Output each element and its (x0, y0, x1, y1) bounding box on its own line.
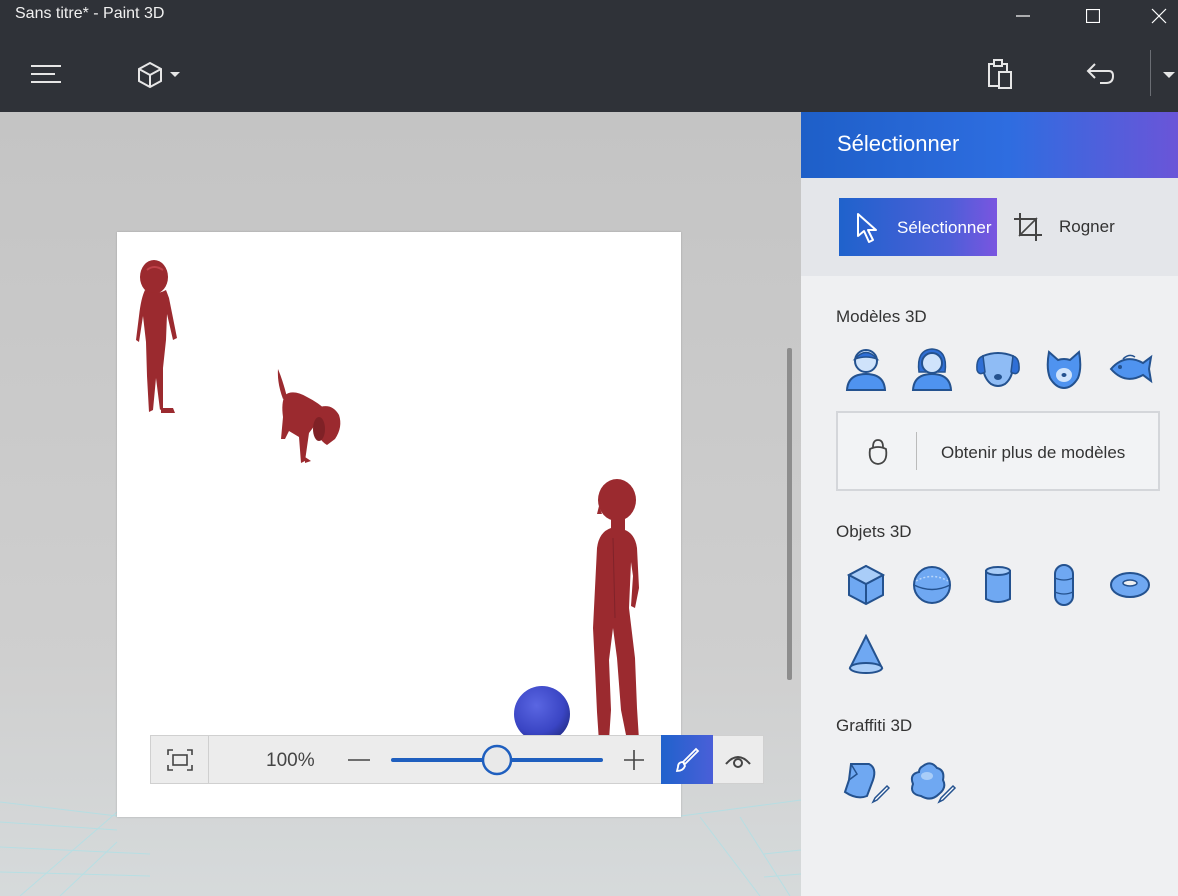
cat-model-button[interactable] (1039, 344, 1089, 394)
paste-icon (988, 59, 1012, 89)
view-controls-bar: 100% (150, 735, 764, 784)
selection-tools: Sélectionner Rogner (801, 178, 1178, 276)
capsule-object-button[interactable] (1039, 560, 1089, 610)
panel-header: Sélectionner (801, 112, 1178, 178)
dog-3d-model[interactable] (275, 367, 347, 467)
side-panel: Sélectionner Sélectionner Rogner Modèles… (801, 112, 1178, 896)
woman-model-icon (911, 348, 953, 391)
sharp-doodle-button[interactable] (841, 757, 891, 807)
get-more-models-label: Obtenir plus de modèles (941, 443, 1126, 462)
eye-icon (725, 756, 751, 768)
cone-object-button[interactable] (841, 630, 891, 680)
vertical-scrollbar[interactable] (787, 348, 792, 680)
title-bar: Sans titre* - Paint 3D (0, 0, 1178, 32)
brush-icon (675, 747, 700, 772)
close-button[interactable] (1136, 0, 1178, 32)
man-3d-model[interactable] (591, 478, 671, 744)
toolbar-divider (1150, 50, 1151, 96)
soft-doodle-button[interactable] (907, 757, 957, 807)
minimize-button[interactable] (1000, 0, 1046, 32)
crop-tool-label: Rogner (1059, 217, 1115, 236)
fish-model-icon (1109, 354, 1153, 384)
dog-model-icon (976, 352, 1020, 387)
cube-icon (846, 564, 886, 606)
hamburger-menu-icon (31, 65, 61, 83)
minimize-icon (1016, 15, 1030, 17)
divider (208, 736, 209, 783)
cat-model-icon (1046, 350, 1082, 390)
cube-icon (138, 61, 180, 89)
chevron-down-icon (1163, 72, 1175, 78)
undo-icon (1086, 63, 1114, 84)
capsule-icon (1054, 564, 1074, 606)
torus-icon (1110, 572, 1150, 598)
more-options-button[interactable] (1160, 54, 1178, 94)
zoom-out-button[interactable] (345, 748, 373, 772)
crop-icon (1014, 213, 1042, 241)
torus-object-button[interactable] (1105, 560, 1155, 610)
cylinder-icon (985, 566, 1011, 603)
man-model-button[interactable] (841, 344, 891, 394)
2d-view-toggle[interactable] (661, 735, 713, 784)
plus-icon (624, 750, 644, 770)
divider (916, 432, 917, 470)
window-title: Sans titre* - Paint 3D (15, 5, 165, 22)
store-bag-icon (868, 439, 888, 465)
close-icon (1151, 8, 1167, 24)
3d-view-toggle[interactable] (716, 744, 760, 776)
woman-model-button[interactable] (907, 344, 957, 394)
zoom-level: 100% (266, 750, 315, 771)
menu-button[interactable] (24, 54, 68, 94)
maximize-button[interactable] (1070, 0, 1116, 32)
fit-screen-icon (167, 749, 193, 771)
soft-doodle-icon (910, 762, 957, 804)
maximize-icon (1086, 9, 1100, 23)
man-model-icon (845, 349, 887, 391)
paste-button[interactable] (980, 54, 1020, 94)
select-tool-label: Sélectionner (897, 218, 992, 237)
chevron-down-icon (170, 72, 180, 77)
zoom-slider-track (391, 744, 603, 776)
cursor-icon (857, 213, 877, 243)
sharp-doodle-icon (843, 763, 891, 804)
get-more-models-button[interactable]: Obtenir plus de modèles (836, 411, 1160, 491)
dog-model-button[interactable] (973, 344, 1023, 394)
graffiti-section-title: Graffiti 3D (836, 716, 913, 735)
crop-tool-button[interactable]: Rogner (1013, 198, 1153, 256)
3d-tools-dropdown[interactable] (126, 54, 186, 94)
cone-icon (848, 634, 884, 674)
minus-icon (348, 759, 370, 761)
undo-button[interactable] (1080, 54, 1120, 94)
objects-section-title: Objets 3D (836, 522, 912, 541)
sphere-icon (913, 566, 951, 604)
zoom-slider[interactable] (391, 744, 607, 776)
drawing-canvas[interactable] (117, 232, 681, 817)
models-section-title: Modèles 3D (836, 307, 927, 326)
zoom-in-button[interactable] (621, 748, 647, 772)
select-tool-button[interactable]: Sélectionner (839, 198, 997, 256)
zoom-slider-thumb (481, 744, 513, 776)
woman-3d-model[interactable] (133, 258, 181, 416)
cylinder-object-button[interactable] (973, 560, 1023, 610)
cube-object-button[interactable] (841, 560, 891, 610)
app-toolbar (0, 32, 1178, 112)
fit-to-screen-button[interactable] (161, 744, 199, 776)
panel-title: Sélectionner (837, 131, 960, 156)
fish-model-button[interactable] (1105, 344, 1155, 394)
sphere-object-button[interactable] (907, 560, 957, 610)
